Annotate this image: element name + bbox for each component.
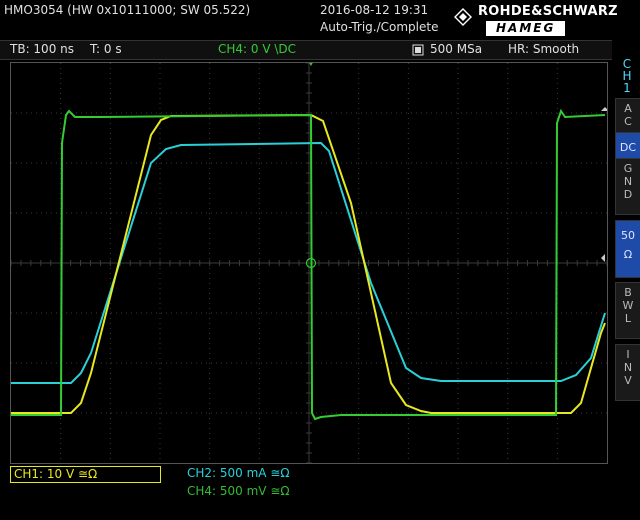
invert-button[interactable]: I N V — [615, 344, 640, 401]
brand-logo: ROHDE&SCHWARZ HAMEG — [450, 2, 640, 38]
button-char: Ω — [623, 248, 633, 261]
datetime: 2016-08-12 19:31 — [320, 3, 429, 17]
right-top-marker — [601, 107, 607, 111]
ch1-settings-box[interactable]: CH1: 10 V ≅Ω — [10, 466, 161, 483]
ch2-settings-label[interactable]: CH2: 500 mA ≅Ω — [187, 466, 290, 480]
button-char: C — [628, 141, 637, 154]
button-char: A — [624, 102, 632, 115]
button-char: 50 — [621, 229, 635, 242]
rohde-schwarz-emblem-icon — [454, 8, 472, 26]
ch4-settings-label[interactable]: CH4: 500 mV ≅Ω — [187, 484, 290, 498]
acquisition-mode-icon — [412, 44, 424, 56]
button-char: B — [624, 286, 632, 299]
button-char: L — [624, 312, 632, 325]
button-char: G — [623, 162, 633, 175]
button-char: W — [622, 299, 634, 312]
bandwidth-limit-button[interactable]: B W L — [615, 282, 640, 339]
button-char: V — [624, 374, 632, 387]
coupling-ac-button[interactable]: A C — [615, 98, 640, 133]
channel-sidebar: C H 1 A C D C G N D 50 Ω B W L I N V — [614, 58, 640, 520]
button-char: N — [623, 175, 633, 188]
waveform-display[interactable]: ↯ — [10, 62, 608, 464]
button-char: I — [626, 348, 630, 361]
button-char: D — [623, 188, 633, 201]
sample-rate-readout[interactable]: 500 MSa — [430, 42, 482, 56]
trigger-time-readout[interactable]: T: 0 s — [90, 42, 122, 56]
svg-text:↯: ↯ — [10, 256, 11, 267]
resolution-mode-readout[interactable]: HR: Smooth — [508, 42, 579, 56]
device-info: HMO3054 (HW 0x10111000; SW 05.522) — [4, 3, 251, 17]
sidebar-channel-label: C H 1 — [614, 58, 640, 94]
impedance-50-ohm-button[interactable]: 50 Ω — [615, 220, 640, 278]
ch1-ground-marker: ↯ — [10, 256, 12, 267]
sidebar-channel-char: 1 — [623, 81, 631, 95]
trigger-level-marker — [601, 254, 605, 262]
logo-text-top: ROHDE&SCHWARZ — [478, 4, 618, 19]
button-char: C — [624, 115, 632, 128]
acquisition-status: Auto-Trig./Complete — [320, 20, 439, 34]
timebase-readout[interactable]: TB: 100 ns — [10, 42, 74, 56]
button-char: N — [623, 361, 633, 374]
coupling-gnd-button[interactable]: G N D — [615, 158, 640, 215]
trigger-info-readout[interactable]: CH4: 0 V \DC — [218, 42, 296, 56]
logo-text-bottom: HAMEG — [486, 21, 566, 36]
graticule-grid — [11, 63, 607, 463]
